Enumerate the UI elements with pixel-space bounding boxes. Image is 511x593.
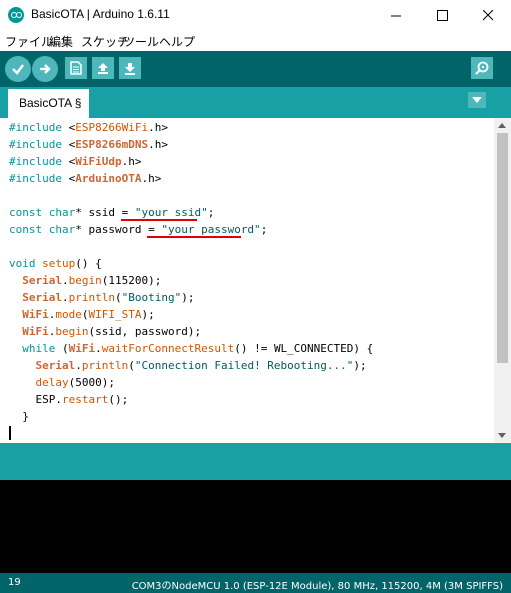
close-button[interactable] xyxy=(465,0,511,30)
new-icon xyxy=(70,61,82,75)
code-line: #include <ESP8266mDNS.h> xyxy=(9,138,168,151)
code-line: while (WiFi.waitForConnectResult() != WL… xyxy=(22,342,374,355)
open-icon xyxy=(98,63,108,74)
console-output[interactable] xyxy=(0,480,511,573)
message-bar xyxy=(0,443,511,480)
menu-tools[interactable]: ツール xyxy=(123,33,159,50)
code-line: WiFi.begin(ssid, password); xyxy=(22,325,202,338)
code-line: #include <ESP8266WiFi.h> xyxy=(9,121,168,134)
footer-status-bar: 19 COM3のNodeMCU 1.0 (ESP-12E Module), 80… xyxy=(0,573,511,593)
code-line: #include <ArduinoOTA.h> xyxy=(9,172,162,185)
new-button[interactable] xyxy=(65,57,87,79)
editor-scrollbar[interactable] xyxy=(494,118,511,443)
code-line: } xyxy=(9,410,29,423)
toolbar xyxy=(0,51,511,87)
code-line: Serial.println("Connection Failed! Reboo… xyxy=(35,359,367,372)
code-editor[interactable]: #include <ESP8266WiFi.h> #include <ESP82… xyxy=(0,118,494,443)
minimize-icon xyxy=(390,15,401,16)
board-info: COM3のNodeMCU 1.0 (ESP-12E Module), 80 MH… xyxy=(131,581,503,592)
scroll-up-icon[interactable] xyxy=(498,123,506,128)
close-icon xyxy=(482,9,493,20)
title-bar: BasicOTA | Arduino 1.6.11 xyxy=(0,0,511,30)
tab-menu-button[interactable] xyxy=(468,92,486,108)
upload-button[interactable] xyxy=(32,56,58,82)
chevron-down-icon xyxy=(472,97,482,103)
serial-monitor-icon xyxy=(475,61,489,75)
code-line: Serial.println("Booting"); xyxy=(22,291,195,304)
text-cursor xyxy=(9,426,11,440)
code-line: void setup() { xyxy=(9,257,102,270)
scroll-down-icon[interactable] xyxy=(498,433,506,438)
open-button[interactable] xyxy=(92,57,114,79)
code-line: delay(5000); xyxy=(35,376,115,389)
window-title: BasicOTA | Arduino 1.6.11 xyxy=(31,7,170,21)
arduino-logo-icon xyxy=(8,7,24,23)
menu-bar: ファイル 編集 スケッチ ツール ヘルプ xyxy=(0,30,511,51)
ssid-highlight-underline xyxy=(121,219,197,221)
code-line: Serial.begin(115200); xyxy=(22,274,162,287)
minimize-button[interactable] xyxy=(373,0,419,30)
save-button[interactable] xyxy=(119,57,141,79)
line-number: 19 xyxy=(8,577,21,588)
maximize-icon xyxy=(436,9,448,21)
menu-file[interactable]: ファイル xyxy=(5,33,53,50)
maximize-button[interactable] xyxy=(419,0,465,30)
menu-help[interactable]: ヘルプ xyxy=(159,33,195,50)
upload-icon xyxy=(40,64,51,74)
menu-edit[interactable]: 編集 xyxy=(49,33,73,50)
serial-monitor-button[interactable] xyxy=(471,57,493,79)
save-icon xyxy=(125,63,135,75)
menu-sketch[interactable]: スケッチ xyxy=(81,33,129,50)
code-line: ESP.restart(); xyxy=(9,393,129,406)
password-highlight-underline xyxy=(147,236,241,238)
scrollbar-thumb[interactable] xyxy=(497,133,508,363)
verify-icon xyxy=(12,64,24,75)
code-line: WiFi.mode(WIFI_STA); xyxy=(22,308,155,321)
tab-basicota[interactable]: BasicOTA § xyxy=(8,89,89,118)
code-line: #include <WiFiUdp.h> xyxy=(9,155,142,168)
verify-button[interactable] xyxy=(5,56,31,82)
tab-bar: BasicOTA § xyxy=(0,87,511,118)
tab-label: BasicOTA § xyxy=(19,96,82,110)
